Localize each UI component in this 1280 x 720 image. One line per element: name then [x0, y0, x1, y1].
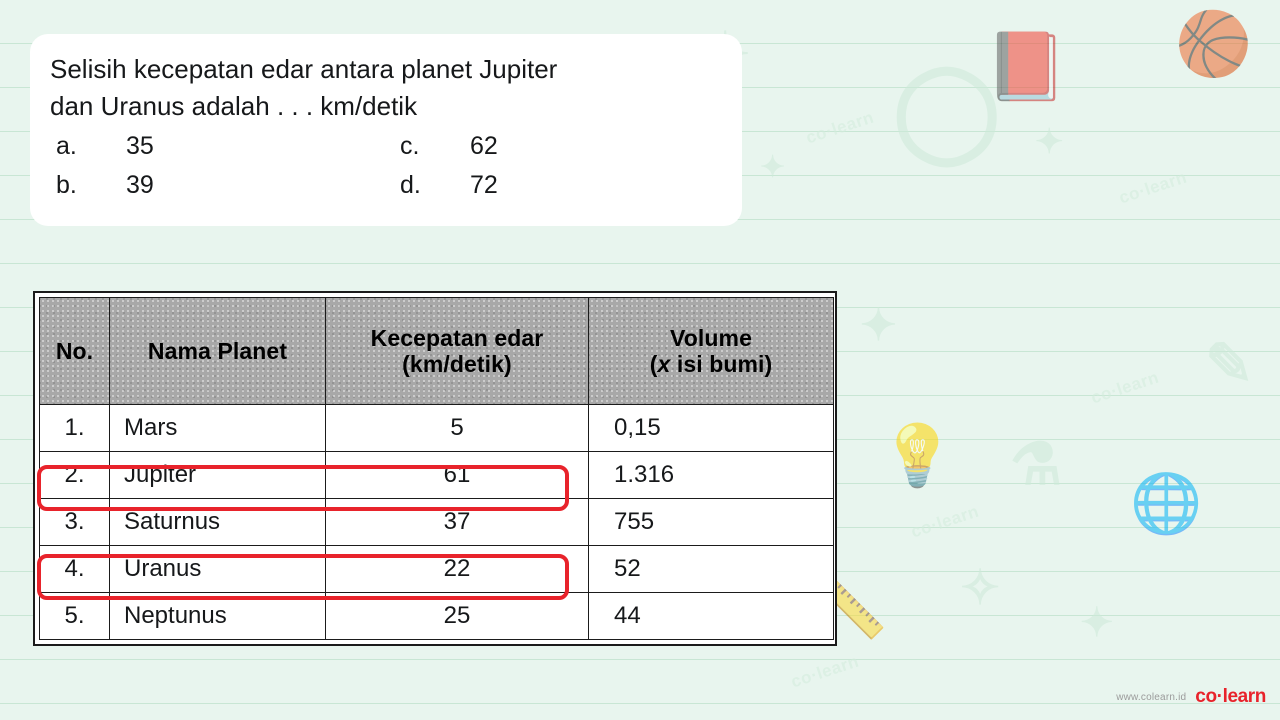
header-nama-planet: Nama Planet: [109, 297, 326, 405]
header-volume-rest: isi bumi): [670, 351, 773, 377]
cell-no: 5.: [39, 592, 110, 640]
watermark-text: co·learn: [803, 107, 877, 148]
cell-no: 4.: [39, 545, 110, 593]
cell-speed: 22: [325, 545, 589, 593]
table: No. Nama Planet Kecepatan edar (km/detik…: [39, 297, 834, 640]
table-row: 1. Mars 5 0,15: [39, 404, 834, 452]
star-doodle: ✦: [860, 301, 897, 350]
cell-name: Saturnus: [109, 498, 326, 546]
cell-volume: 755: [588, 498, 834, 546]
option-c-label: c.: [400, 132, 420, 161]
basketball-doodle: 🏀: [1175, 10, 1253, 79]
footer-branding: www.colearn.id co·learn: [1116, 686, 1266, 708]
cell-name: Mars: [109, 404, 326, 452]
table-row: 5. Neptunus 25 44: [39, 592, 834, 640]
option-c-value: 62: [470, 132, 498, 161]
table-header: No. Nama Planet Kecepatan edar (km/detik…: [39, 297, 834, 405]
table-row: 3. Saturnus 37 755: [39, 498, 834, 546]
star-doodle: ✦: [760, 151, 786, 184]
watermark-text: co·learn: [788, 651, 862, 692]
circle-doodle: ◯: [893, 56, 1001, 163]
flask-doodle: ⚗: [1010, 432, 1062, 497]
cell-name: Neptunus: [109, 592, 326, 640]
star-doodle: ✦: [1080, 601, 1114, 645]
cell-name: Uranus: [109, 545, 326, 593]
cell-no: 2.: [39, 451, 110, 499]
colearn-logo: co·learn: [1195, 686, 1266, 707]
option-a-label: a.: [56, 132, 77, 161]
question-card: Selisih kecepatan edar antara planet Jup…: [30, 34, 742, 227]
option-b-label: b.: [56, 171, 77, 200]
header-kecepatan-line2: (km/detik): [402, 351, 512, 377]
table-row: 2. Jupiter 61 1.316: [39, 451, 834, 499]
header-kecepatan-line1: Kecepatan edar: [370, 324, 544, 351]
book-doodle: 📕: [985, 29, 1068, 103]
watermark-text: co·learn: [908, 501, 982, 542]
cell-volume: 0,15: [588, 404, 834, 452]
question-line-2: dan Uranus adalah . . . km/detik: [50, 90, 418, 121]
watermark-text: co·learn: [1116, 167, 1190, 208]
cell-volume: 52: [588, 545, 834, 593]
cell-no: 1.: [39, 404, 110, 452]
globe-doodle: 🌐: [1130, 471, 1203, 536]
header-volume-x: x: [657, 351, 671, 377]
header-volume-line2: (x isi bumi): [589, 351, 833, 377]
pencil-doodle: ✎: [1205, 332, 1254, 397]
option-a-value: 35: [126, 132, 154, 161]
header-kecepatan-edar: Kecepatan edar (km/detik): [325, 297, 589, 405]
table-body: 1. Mars 5 0,15 2. Jupiter 61 1.316 3. Sa…: [39, 404, 834, 640]
cell-speed: 37: [325, 498, 589, 546]
answer-options: a. 35 b. 39 c. 62 d. 72: [30, 132, 742, 210]
option-d-value: 72: [470, 171, 498, 200]
sparkle-doodle: ✧: [960, 562, 1001, 615]
header-no: No.: [39, 297, 110, 405]
table-row: 4. Uranus 22 52: [39, 545, 834, 593]
header-volume: Volume (x isi bumi): [588, 297, 834, 405]
cell-volume: 1.316: [588, 451, 834, 499]
footer-url: www.colearn.id: [1116, 691, 1187, 703]
option-b-value: 39: [126, 171, 154, 200]
cell-speed: 61: [325, 451, 589, 499]
star-doodle: ✦: [1035, 123, 1064, 161]
cell-speed: 5: [325, 404, 589, 452]
question-line-1: Selisih kecepatan edar antara planet Jup…: [50, 54, 558, 84]
watermark-text: co·learn: [1088, 367, 1162, 408]
option-d-label: d.: [400, 171, 421, 200]
cell-volume: 44: [588, 592, 834, 640]
cell-name: Jupiter: [109, 451, 326, 499]
table-header-row: No. Nama Planet Kecepatan edar (km/detik…: [39, 297, 834, 405]
cell-no: 3.: [39, 498, 110, 546]
cell-speed: 25: [325, 592, 589, 640]
planet-data-table: No. Nama Planet Kecepatan edar (km/detik…: [33, 291, 837, 646]
bulb-doodle: 💡: [880, 422, 955, 489]
header-volume-line1: Volume: [670, 324, 752, 351]
